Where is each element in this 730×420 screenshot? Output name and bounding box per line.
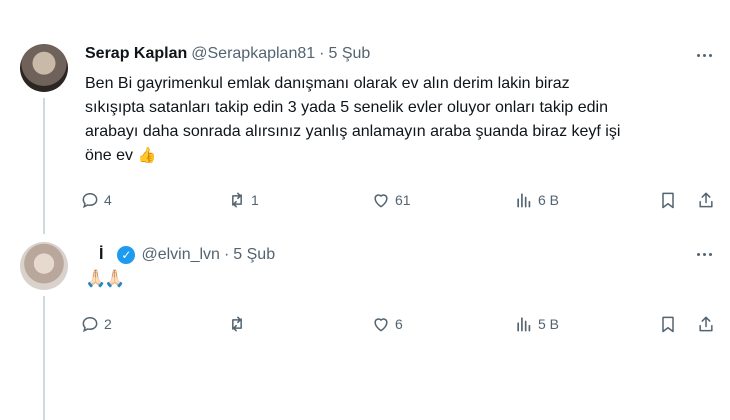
retweet-button[interactable] (227, 311, 251, 337)
avatar[interactable] (20, 242, 68, 290)
action-bar: 4 1 61 6 B (80, 187, 720, 213)
tweet[interactable]: İ ✓ @elvin_lvn · 5 Şub 🙏🏻🙏🏻 2 6 5 B (0, 228, 730, 420)
like-count: 6 (395, 316, 403, 332)
reply-count: 4 (104, 192, 112, 208)
author-handle[interactable]: @elvin_lvn (141, 246, 220, 264)
tweet-text-line: Ben Bi gayrimenkul emlak danışmanı olara… (85, 75, 570, 92)
thread-line (43, 98, 45, 234)
tweet-header: Serap Kaplan @Serapkaplan81 · 5 Şub (85, 43, 370, 65)
more-icon[interactable] (692, 45, 716, 65)
separator-dot: · (223, 246, 230, 263)
like-button[interactable]: 61 (371, 187, 411, 213)
thumbs-up-emoji: 👍 (137, 147, 157, 164)
retweet-icon (232, 192, 242, 208)
reply-icon (82, 192, 98, 209)
bookmark-button[interactable] (658, 311, 678, 337)
author-handle[interactable]: @Serapkaplan81 (191, 45, 315, 63)
share-icon (699, 192, 713, 208)
retweet-icon (232, 316, 242, 332)
author-name[interactable]: İ (99, 246, 103, 264)
views-icon (517, 193, 531, 208)
thread-line (43, 296, 45, 420)
views-button[interactable]: 6 B (514, 187, 559, 213)
reply-button[interactable]: 4 (80, 187, 112, 213)
tweet-text: Ben Bi gayrimenkul emlak danışmanı olara… (85, 72, 705, 168)
share-button[interactable] (696, 187, 716, 213)
views-count: 5 B (538, 316, 560, 332)
tweet-date[interactable]: 5 Şub (328, 45, 370, 63)
author-name[interactable]: Serap Kaplan (85, 45, 187, 63)
tweet-text-last: öne ev (85, 147, 134, 164)
bookmark-icon (662, 316, 674, 333)
avatar[interactable] (20, 44, 68, 92)
verified-badge-icon: ✓ (117, 246, 136, 264)
reply-count: 2 (104, 316, 112, 332)
reply-icon (82, 316, 98, 333)
views-icon (517, 317, 531, 332)
retweet-count: 1 (251, 192, 259, 208)
retweet-button[interactable]: 1 (227, 187, 259, 213)
tweet-text: 🙏🏻🙏🏻 (85, 269, 125, 288)
tweet-text-line: öne ev 👍 (85, 144, 705, 168)
share-icon (699, 316, 713, 332)
bookmark-button[interactable] (658, 187, 678, 213)
views-count: 6 B (538, 192, 560, 208)
tweet[interactable]: Serap Kaplan @Serapkaplan81 · 5 Şub Ben … (0, 0, 730, 234)
bookmark-icon (662, 192, 674, 209)
like-icon (374, 318, 388, 332)
more-icon[interactable] (692, 244, 716, 264)
tweet-text-line: arabayı daha sonrada alırsınız yanlış an… (85, 123, 621, 140)
action-bar: 2 6 5 B (80, 311, 720, 337)
share-button[interactable] (696, 311, 716, 337)
like-count: 61 (395, 192, 411, 208)
like-button[interactable]: 6 (371, 311, 403, 337)
tweet-date[interactable]: 5 Şub (233, 246, 275, 264)
reply-button[interactable]: 2 (80, 311, 112, 337)
separator-dot: · (319, 45, 325, 62)
like-icon (374, 194, 388, 208)
tweet-text-line: sıkışıpta satanları takip edin 3 yada 5 … (85, 99, 608, 116)
tweet-header: İ ✓ @elvin_lvn · 5 Şub (85, 244, 275, 266)
views-button[interactable]: 5 B (514, 311, 559, 337)
